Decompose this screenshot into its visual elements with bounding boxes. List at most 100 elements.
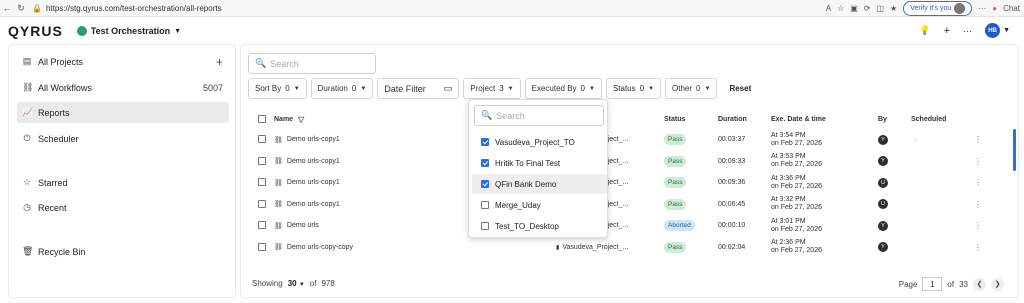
chevron-down-icon: ▼ bbox=[507, 85, 514, 92]
add-project-button[interactable]: + bbox=[216, 55, 223, 69]
row-checkbox[interactable] bbox=[258, 178, 266, 186]
filter-status[interactable]: Status 0 ▼ bbox=[605, 78, 662, 99]
project-option[interactable]: Hritik To Final Test bbox=[472, 153, 607, 173]
sidebar-item-recycle-bin[interactable]: 🗑 Recycle Bin bbox=[17, 241, 229, 262]
row-duration: 00:09:36 bbox=[718, 179, 746, 186]
row-menu-icon[interactable]: ⋮ bbox=[974, 157, 982, 166]
add-icon[interactable]: + bbox=[944, 25, 950, 37]
row-name[interactable]: Demo urls-copy1 bbox=[287, 201, 340, 208]
status-badge: Pass bbox=[664, 241, 687, 253]
row-name[interactable]: Demo urls-copy1 bbox=[287, 136, 340, 143]
search-input[interactable]: 🔍 Search bbox=[248, 53, 376, 74]
next-page-button[interactable]: ❯ bbox=[991, 277, 1004, 291]
sync-icon[interactable]: ⟳ bbox=[864, 4, 871, 13]
sidebar-item-all-projects[interactable]: ▤ All Projects + bbox=[17, 51, 229, 72]
table-row[interactable]: ⛓Demo urls-copy1▮Vasudeva_Project_...Pas… bbox=[248, 129, 1010, 150]
sidebar-item-reports[interactable]: 📈 Reports bbox=[17, 102, 229, 123]
copilot-icon[interactable]: ● bbox=[992, 4, 997, 13]
project-icon bbox=[76, 26, 87, 36]
table-row[interactable]: ⛓Demo urls-copy1▮Vasudeva_Project_...Pas… bbox=[248, 151, 1010, 172]
executor-avatar: Y bbox=[878, 242, 888, 252]
row-checkbox[interactable] bbox=[258, 135, 266, 143]
row-name[interactable]: Demo urls-copy1 bbox=[287, 158, 340, 165]
filter-duration[interactable]: Duration 0 ▼ bbox=[310, 78, 374, 99]
row-checkbox[interactable] bbox=[258, 199, 266, 208]
filter-other[interactable]: Other 0 ▼ bbox=[665, 78, 718, 99]
filter-executed-by[interactable]: Executed By 0 ▼ bbox=[524, 78, 602, 99]
table-row[interactable]: ⛓Demo urls-copy1▮Vasudeva_Project_...Pas… bbox=[248, 194, 1010, 215]
address-bar[interactable]: 🔒 https://stg.qyrus.com/test-orchestrati… bbox=[32, 4, 222, 13]
row-menu-icon[interactable]: ⋮ bbox=[974, 200, 982, 209]
table-row[interactable]: ⛓Demo urls-copy1▮Vasudeva_Project_...Pas… bbox=[248, 172, 1010, 193]
sidebar-item-label: All Workflows bbox=[38, 82, 92, 93]
row-time: At 3:54 PM bbox=[771, 131, 806, 139]
filter-icon[interactable]: ▽ bbox=[298, 115, 304, 124]
reload-icon[interactable]: ↻ bbox=[14, 1, 28, 15]
sidebar-item-recent[interactable]: ◷ Recent bbox=[17, 197, 229, 218]
option-checkbox[interactable] bbox=[481, 159, 489, 167]
lightbulb-icon[interactable]: 💡 bbox=[919, 25, 930, 36]
project-option[interactable]: Test_TO_Desktop bbox=[472, 216, 607, 236]
option-checkbox[interactable] bbox=[481, 138, 489, 146]
status-badge: Pass bbox=[664, 155, 687, 167]
more-icon[interactable]: ··· bbox=[978, 4, 986, 13]
app-logo[interactable]: QYRUS bbox=[8, 23, 63, 39]
read-aloud-icon[interactable]: A bbox=[826, 4, 831, 13]
sidebar-item-all-workflows[interactable]: ⛓ All Workflows 5007 bbox=[17, 77, 229, 98]
column-duration[interactable]: Duration bbox=[718, 116, 747, 123]
row-checkbox[interactable] bbox=[258, 156, 266, 165]
row-time: At 3:53 PM bbox=[771, 153, 806, 160]
verify-button[interactable]: Verify it's you bbox=[903, 1, 973, 16]
prev-page-button[interactable]: ❮ bbox=[973, 277, 986, 291]
row-date: on Feb 27, 2026 bbox=[771, 204, 822, 211]
row-checkbox[interactable] bbox=[258, 242, 266, 251]
sidebar-item-starred[interactable]: ☆ Starred bbox=[17, 172, 229, 193]
project-option[interactable]: Vasudeva_Project_TO bbox=[472, 132, 607, 152]
page-input[interactable]: 1 bbox=[922, 277, 943, 291]
table-scrollbar[interactable] bbox=[1013, 129, 1016, 171]
option-label: Vasudeva_Project_TO bbox=[495, 137, 575, 147]
favorite-icon[interactable]: ☆ bbox=[837, 4, 844, 13]
column-scheduled[interactable]: Scheduled bbox=[911, 116, 946, 123]
reset-button[interactable]: Reset bbox=[729, 84, 751, 93]
row-menu-icon[interactable]: ⋮ bbox=[974, 221, 982, 230]
back-icon[interactable]: ← bbox=[0, 1, 14, 15]
sidebar-item-scheduler[interactable]: ⏻ Scheduler bbox=[17, 128, 229, 149]
filter-project[interactable]: Project 3 ▼ bbox=[463, 78, 521, 99]
table-row[interactable]: ⛓Demo urls▮Vasudeva_Project_...Aborted00… bbox=[248, 215, 1010, 236]
project-option[interactable]: Merge_Uday bbox=[472, 195, 607, 215]
row-name[interactable]: Demo urls-copy-copy bbox=[287, 244, 353, 251]
favorites-icon[interactable]: ★ bbox=[890, 4, 897, 13]
project-option[interactable]: QFin Bank Demo bbox=[472, 174, 607, 194]
row-name[interactable]: Demo urls bbox=[287, 222, 319, 229]
row-menu-icon[interactable]: ⋮ bbox=[974, 243, 982, 252]
chat-label[interactable]: Chat bbox=[1003, 4, 1020, 13]
filter-date[interactable]: Date Filter ▭ bbox=[377, 78, 460, 99]
project-selector[interactable]: Test Orchestration ▼ bbox=[76, 26, 181, 36]
extension-icon[interactable]: ▣ bbox=[850, 4, 858, 13]
status-badge: Pass bbox=[664, 198, 687, 210]
column-by[interactable]: By bbox=[878, 116, 887, 123]
row-name[interactable]: Demo urls-copy1 bbox=[287, 179, 340, 186]
user-menu[interactable]: HB ▼ bbox=[985, 23, 1010, 38]
column-name[interactable]: Name bbox=[274, 116, 293, 123]
dropdown-search-input[interactable]: 🔍 Search bbox=[474, 105, 604, 126]
sidebar-item-label: Recycle Bin bbox=[38, 246, 86, 257]
table-row[interactable]: ⛓ Demo urls-copy-copy ▮ Vasudeva_Project_..… bbox=[248, 237, 1010, 258]
more-icon[interactable]: ··· bbox=[963, 26, 972, 36]
option-checkbox[interactable] bbox=[481, 201, 489, 209]
chevron-down-icon: ▼ bbox=[704, 85, 711, 92]
workflow-icon: ⛓ bbox=[274, 222, 283, 230]
collections-icon[interactable]: ◫ bbox=[876, 4, 884, 13]
row-menu-icon[interactable]: ⋮ bbox=[974, 178, 982, 187]
column-status[interactable]: Status bbox=[664, 116, 685, 123]
filter-sort-by[interactable]: Sort By 0 ▼ bbox=[248, 78, 307, 99]
option-checkbox[interactable] bbox=[481, 222, 489, 230]
page-size-select[interactable]: 30 ▼ bbox=[288, 279, 305, 288]
column-exe-date[interactable]: Exe. Date & time bbox=[771, 116, 826, 123]
row-menu-icon[interactable]: ⋮ bbox=[974, 135, 982, 144]
select-all-checkbox[interactable] bbox=[258, 115, 266, 123]
workflow-icon: ⛓ bbox=[274, 158, 283, 165]
row-checkbox[interactable] bbox=[258, 221, 266, 229]
option-checkbox[interactable] bbox=[481, 180, 489, 188]
